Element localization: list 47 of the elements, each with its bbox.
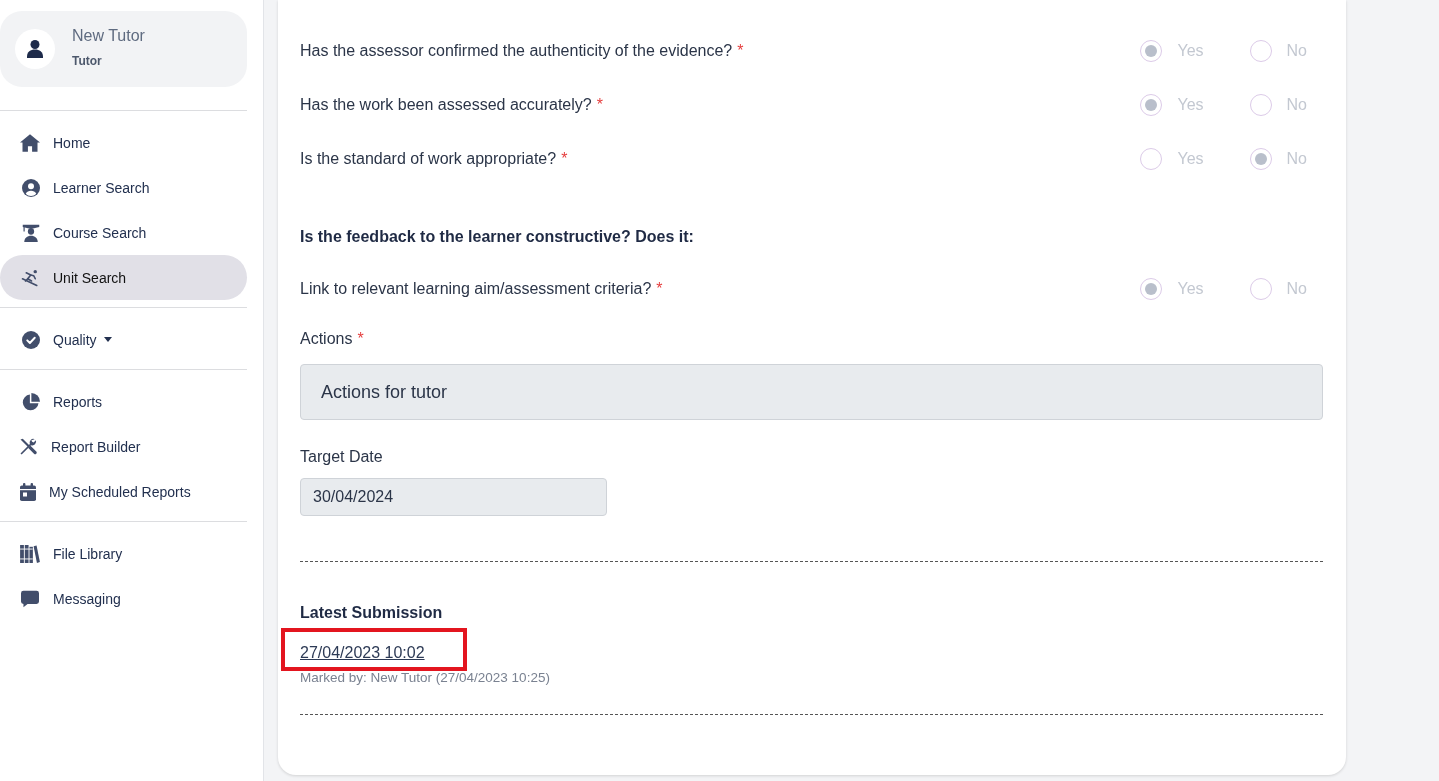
tools-icon (18, 437, 38, 456)
nav-item[interactable]: Reports (0, 379, 247, 424)
field-label: Target Date (300, 447, 383, 467)
option-label: Yes (1177, 149, 1204, 169)
calendar-icon (20, 482, 36, 501)
user-circle-icon (22, 178, 40, 197)
required-mark: * (596, 95, 603, 115)
section-heading: Is the feedback to the learner constructive? Does it: (300, 227, 695, 247)
option-label: Yes (1177, 95, 1204, 115)
skier-icon (20, 268, 40, 287)
nav-item[interactable]: Unit Search (0, 255, 247, 300)
user-role: Tutor (72, 54, 103, 68)
nav-item[interactable]: Home (0, 120, 247, 165)
required-mark: * (737, 41, 744, 61)
chat-bubble-icon (20, 589, 40, 608)
question-text: Is the standard of work appropriate? (300, 149, 557, 169)
option-label: Yes (1177, 41, 1204, 61)
option-label: No (1286, 149, 1307, 169)
option-label: No (1286, 95, 1307, 115)
nav-item[interactable]: Messaging (0, 576, 247, 621)
marked-by-text: Marked by: New Tutor (27/04/2023 10:25) (300, 669, 551, 687)
nav-item[interactable]: Learner Search (0, 165, 247, 210)
nav-item[interactable]: File Library (0, 531, 247, 576)
caret-icon (103, 337, 112, 342)
option-label: Yes (1177, 279, 1204, 299)
pie-chart-icon (22, 392, 40, 411)
nav-item[interactable]: Course Search (0, 210, 247, 255)
section-heading: Latest Submission (300, 603, 444, 623)
question-text: Has the assessor confirmed the authenticity of the evidence? (300, 41, 733, 61)
option-label: No (1286, 41, 1307, 61)
required-mark: * (656, 279, 663, 299)
check-circle-icon (22, 330, 40, 349)
graduate-icon (22, 223, 40, 242)
books-icon (20, 544, 40, 563)
avatar-icon (15, 29, 55, 69)
nav-item[interactable]: My Scheduled Reports (0, 469, 247, 514)
question-text: Link to relevant learning aim/assessment criteria? (300, 279, 652, 299)
question-text: Has the work been assessed accurately? (300, 95, 592, 115)
nav-item[interactable]: Report Builder (0, 424, 247, 469)
field-label: Actions (300, 329, 353, 349)
home-icon (20, 133, 40, 152)
required-mark: * (561, 149, 568, 169)
user-name: New Tutor (72, 26, 145, 46)
required-mark: * (357, 329, 364, 349)
nav-item[interactable]: Quality (0, 317, 247, 362)
option-label: No (1286, 279, 1307, 299)
submission-link[interactable]: 27/04/2023 10:02 (300, 641, 425, 665)
